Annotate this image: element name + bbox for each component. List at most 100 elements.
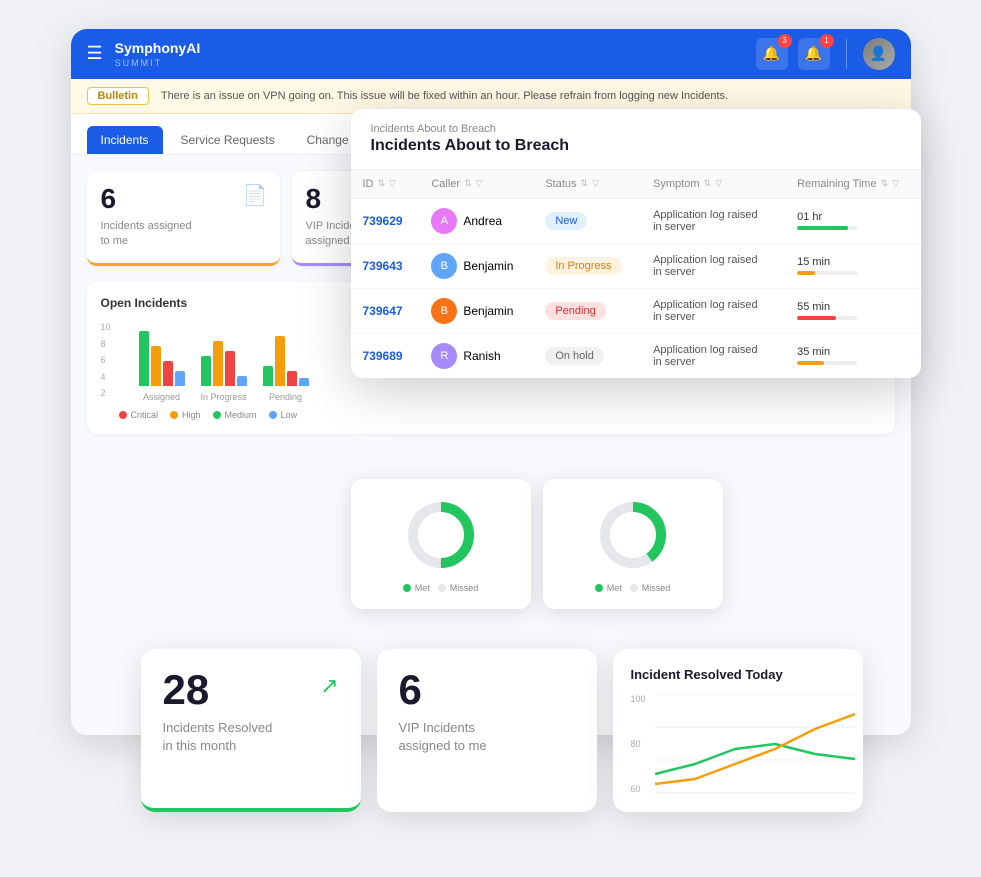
status-hold-badge: On hold <box>545 347 604 365</box>
filter-caller[interactable]: ▽ <box>476 178 483 189</box>
filter-id[interactable]: ▽ <box>389 178 396 189</box>
donut-missed-label-1: Missed <box>450 583 479 593</box>
legend-critical-dot <box>119 411 127 419</box>
y-label-2: 2 <box>101 388 111 398</box>
time-text-739643: 15 min <box>797 256 908 268</box>
donut-missed-label-2: Missed <box>642 583 671 593</box>
caller-benjamin-2: B Benjamin <box>431 298 521 324</box>
table-row: 739647 B Benjamin Pending Application lo… <box>351 288 921 333</box>
sort-time[interactable]: ⇅ <box>881 178 889 189</box>
bar-label-progress: In Progress <box>201 392 247 402</box>
y-label-10: 10 <box>101 322 111 332</box>
legend-high-dot <box>170 411 178 419</box>
y-label-8: 8 <box>101 339 111 349</box>
filter-symptom[interactable]: ▽ <box>715 178 722 189</box>
y-60: 60 <box>631 784 646 794</box>
sort-id[interactable]: ⇅ <box>378 178 386 189</box>
time-bar-bg-739629 <box>797 226 857 230</box>
sort-status[interactable]: ⇅ <box>581 178 589 189</box>
caller-avatar-benjamin-1: B <box>431 253 457 279</box>
tab-incidents[interactable]: Incidents <box>87 126 163 154</box>
incident-id-739629[interactable]: 739629 <box>363 214 403 228</box>
symptom-739689: Application log raised in server <box>653 344 763 368</box>
vip-number: 6 <box>399 669 575 711</box>
tab-service-requests[interactable]: Service Requests <box>167 126 289 154</box>
incident-id-739647[interactable]: 739647 <box>363 304 403 318</box>
bar-label-assigned: Assigned <box>143 392 180 402</box>
caller-ranish: R Ranish <box>431 343 521 369</box>
legend-critical-label: Critical <box>131 410 159 420</box>
filter-time[interactable]: ▽ <box>892 178 899 189</box>
chart-legend: Critical High Medium <box>119 410 881 420</box>
y-80: 80 <box>631 739 646 749</box>
vip-incidents-card: 6 VIP Incidentsassigned to me <box>377 649 597 812</box>
legend-medium-dot <box>213 411 221 419</box>
bar-label-pending: Pending <box>269 392 302 402</box>
time-cell-739629: 01 hr <box>797 211 908 230</box>
time-text-739689: 35 min <box>797 346 908 358</box>
time-cell-739643: 15 min <box>797 256 908 275</box>
bulletin-message: There is an issue on VPN going on. This … <box>161 90 728 102</box>
notification-bell-btn[interactable]: 🔔 3 <box>756 38 788 70</box>
caller-name-andrea: Andrea <box>463 214 502 228</box>
sort-symptom[interactable]: ⇅ <box>704 178 712 189</box>
sort-caller[interactable]: ⇅ <box>464 178 472 189</box>
time-bar-bg-739689 <box>797 361 857 365</box>
donut-legend-2: Met Missed <box>595 583 671 593</box>
bar-progress-low <box>237 376 247 386</box>
filter-status[interactable]: ▽ <box>592 178 599 189</box>
bar-pending-medium <box>263 366 273 386</box>
incident-id-739689[interactable]: 739689 <box>363 349 403 363</box>
time-bar-fill-739647 <box>797 316 836 320</box>
caller-andrea: A Andrea <box>431 208 521 234</box>
table-row: 739629 A Andrea New Application log rais… <box>351 198 921 243</box>
status-pending-badge: Pending <box>545 302 605 320</box>
time-bar-fill-739643 <box>797 271 815 275</box>
time-bar-fill-739689 <box>797 361 824 365</box>
donut-missed-dot-1 <box>438 584 446 592</box>
navbar-icons: 🔔 3 🔔 1 👤 <box>756 38 895 70</box>
line-orange <box>655 714 855 784</box>
legend-high: High <box>170 410 201 420</box>
alert-bell-btn[interactable]: 🔔 1 <box>798 38 830 70</box>
time-bar-bg-739647 <box>797 316 857 320</box>
user-avatar[interactable]: 👤 <box>863 38 895 70</box>
symptom-739629: Application log raised in server <box>653 209 763 233</box>
notification-badge: 3 <box>778 34 792 48</box>
line-chart: 100 80 60 <box>631 694 845 794</box>
bar-progress-high <box>213 341 223 386</box>
legend-low: Low <box>269 410 298 420</box>
time-bar-bg-739643 <box>797 271 857 275</box>
donut-met-dot-1 <box>403 584 411 592</box>
bar-assigned-critical <box>163 361 173 386</box>
symptom-739643: Application log raised in server <box>653 254 763 278</box>
incident-id-739643[interactable]: 739643 <box>363 259 403 273</box>
legend-critical: Critical <box>119 410 159 420</box>
y-label-6: 6 <box>101 355 111 365</box>
navbar: ☰ SymphonyAI SUMMIT 🔔 3 🔔 1 👤 <box>71 29 911 79</box>
bulletin-label: Bulletin <box>87 87 149 105</box>
bar-group-pending: Pending <box>263 336 309 402</box>
bar-progress-medium <box>201 356 211 386</box>
donut-legend-1: Met Missed <box>403 583 479 593</box>
status-new-badge: New <box>545 212 587 230</box>
donut-met-dot-2 <box>595 584 603 592</box>
table-row: 739643 B Benjamin In Progress Applicatio… <box>351 243 921 288</box>
status-progress-badge: In Progress <box>545 257 621 275</box>
donut-svg-1 <box>401 495 481 575</box>
col-symptom: Symptom ⇅▽ <box>641 170 785 199</box>
legend-low-dot <box>269 411 277 419</box>
donut-missed-1: Missed <box>438 583 479 593</box>
avatar-img: 👤 <box>863 38 895 70</box>
donut-met-1: Met <box>403 583 430 593</box>
breach-modal: Incidents About to Breach Incidents Abou… <box>351 109 921 378</box>
hamburger-icon[interactable]: ☰ <box>87 43 103 64</box>
caller-name-benjamin-2: Benjamin <box>463 304 513 318</box>
resolved-incidents-card: 28 ↗ Incidents Resolvedin this month <box>141 649 361 812</box>
bar-group-assigned: Assigned <box>139 331 185 402</box>
outer-wrapper: ☰ SymphonyAI SUMMIT 🔔 3 🔔 1 👤 <box>41 29 941 849</box>
stat-card-incidents-me: 📄 6 Incidents assignedto me <box>87 171 280 267</box>
time-text-739629: 01 hr <box>797 211 908 223</box>
line-green <box>655 744 855 774</box>
legend-low-label: Low <box>281 410 298 420</box>
